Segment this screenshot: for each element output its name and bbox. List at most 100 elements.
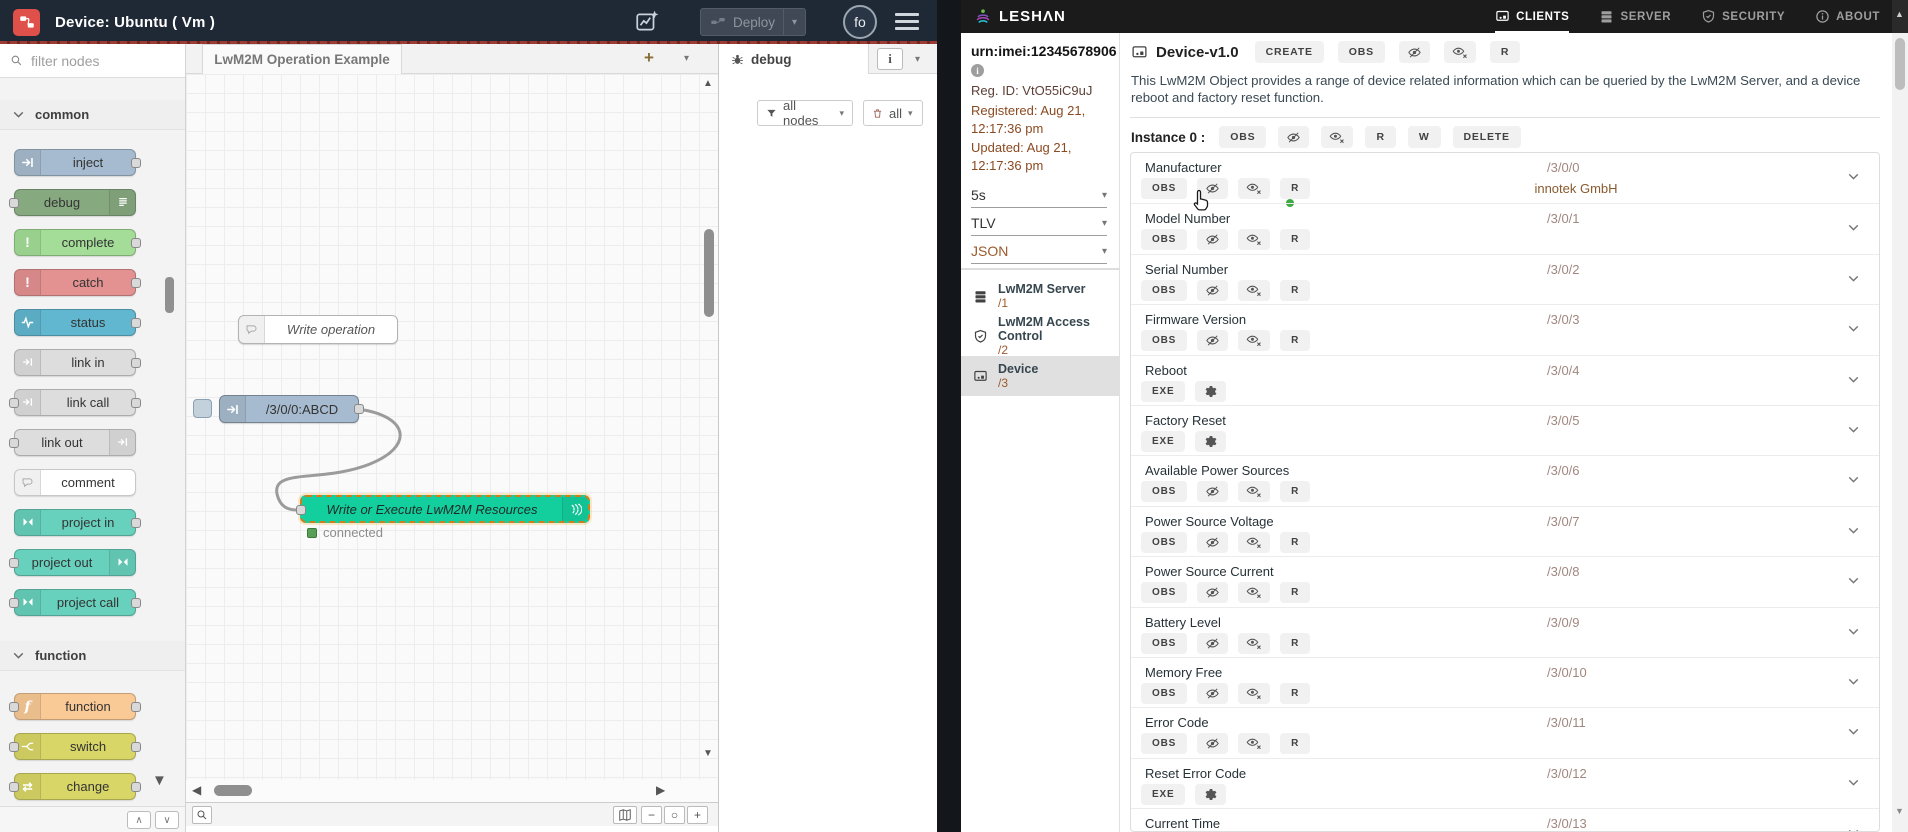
- instance-obs-button[interactable]: OBS: [1219, 126, 1267, 148]
- select-tlv[interactable]: TLV ▾: [971, 211, 1107, 236]
- resource-obs-button[interactable]: OBS: [1141, 178, 1188, 199]
- resource-eye-x-button[interactable]: [1238, 481, 1271, 503]
- input-port[interactable]: [9, 437, 19, 448]
- chevron-down-icon[interactable]: [1845, 371, 1862, 388]
- resource-obs-button[interactable]: OBS: [1141, 330, 1188, 352]
- resource-eye-x-button[interactable]: [1238, 279, 1271, 301]
- resource-obs-button[interactable]: OBS: [1141, 481, 1188, 503]
- resource-obs-button[interactable]: OBS: [1141, 582, 1188, 604]
- scrollbar-down-arrow[interactable]: ▼: [1895, 806, 1904, 816]
- zoom-in-button[interactable]: +: [687, 806, 708, 824]
- palette-node-catch[interactable]: ! catch: [14, 268, 141, 296]
- zoom-reset-button[interactable]: ○: [664, 806, 685, 824]
- resource-eye-off-button[interactable]: [1197, 683, 1229, 704]
- resource-row-3-0-7[interactable]: Power Source Voltage/3/0/7 OBS R: [1131, 505, 1879, 556]
- palette-node-comment[interactable]: comment: [14, 468, 136, 496]
- palette-scrollbar-thumb[interactable]: [165, 277, 174, 313]
- palette-node-change[interactable]: ⇄ change: [9, 773, 141, 800]
- resource-row-3-0-4[interactable]: Reboot/3/0/4 EXE: [1131, 354, 1879, 405]
- output-port[interactable]: [131, 397, 141, 408]
- resource-obs-button[interactable]: OBS: [1141, 683, 1188, 704]
- resource-obs-button[interactable]: OBS: [1141, 229, 1188, 251]
- resource-obs-button[interactable]: OBS: [1141, 632, 1188, 654]
- palette-section-function[interactable]: function: [0, 641, 185, 671]
- resource-r-button[interactable]: R: [1280, 632, 1311, 654]
- resource-row-3-0-13[interactable]: Current Time/3/0/13OBSR: [1131, 808, 1879, 831]
- resource-eye-x-button[interactable]: [1238, 733, 1271, 755]
- object-item-lwm2m-server[interactable]: LwM2M Server/1: [961, 276, 1120, 316]
- inject-output-port[interactable]: [354, 404, 364, 414]
- resource-eye-off-button[interactable]: [1197, 733, 1229, 755]
- object-item-lwm2m-access-control[interactable]: LwM2M Access Control/2: [961, 315, 1120, 357]
- lwm2m-node[interactable]: Write or Execute LwM2M Resources: [296, 495, 590, 523]
- debug-tab[interactable]: debug: [719, 44, 869, 74]
- canvas-horizontal-scrollbar[interactable]: [214, 785, 252, 796]
- resource-row-3-0-8[interactable]: Power Source Current/3/0/8 OBS R: [1131, 556, 1879, 606]
- chevron-down-icon[interactable]: [1845, 522, 1862, 539]
- chevron-down-icon[interactable]: [1845, 270, 1862, 287]
- chevron-down-icon[interactable]: [1845, 723, 1862, 740]
- chevron-down-icon[interactable]: [1845, 623, 1862, 640]
- input-port[interactable]: [9, 197, 19, 208]
- output-port[interactable]: [131, 357, 141, 368]
- navigator-button[interactable]: [613, 806, 637, 824]
- resource-row-3-0-6[interactable]: Available Power Sources/3/0/6 OBS R: [1131, 455, 1879, 505]
- output-port[interactable]: [131, 597, 141, 608]
- output-port[interactable]: [131, 517, 141, 528]
- output-port[interactable]: [131, 782, 141, 792]
- resource-gear-button[interactable]: [1195, 431, 1227, 452]
- debug-filter-button[interactable]: all nodes ▾: [757, 98, 853, 128]
- chevron-down-icon[interactable]: [1845, 824, 1862, 831]
- palette-expand-all-button[interactable]: ∨: [155, 811, 179, 829]
- input-port[interactable]: [9, 557, 19, 568]
- nav-tab-security[interactable]: SECURITY: [1701, 0, 1785, 33]
- chevron-down-icon[interactable]: [1845, 168, 1862, 185]
- resource-eye-x-button[interactable]: [1238, 229, 1271, 251]
- scrollbar-up-arrow[interactable]: ▲: [1895, 9, 1904, 19]
- object-item-device[interactable]: Device/3: [961, 356, 1120, 396]
- resource-eye-x-button[interactable]: [1238, 330, 1271, 352]
- add-flow-button[interactable]: +: [644, 48, 654, 68]
- input-port[interactable]: [9, 597, 19, 608]
- resource-gear-button[interactable]: [1195, 380, 1227, 402]
- scrollbar-thumb[interactable]: [1895, 38, 1905, 90]
- info-panel-button[interactable]: i: [877, 48, 903, 70]
- nav-tab-clients[interactable]: CLIENTS: [1495, 0, 1570, 33]
- resource-r-button[interactable]: R: [1280, 683, 1311, 704]
- sidebar-options-caret[interactable]: ▾: [915, 54, 920, 65]
- palette-collapse-all-button[interactable]: ∧: [127, 811, 151, 829]
- resource-r-button[interactable]: R: [1280, 178, 1311, 199]
- resource-eye-off-button[interactable]: [1197, 531, 1229, 553]
- user-avatar[interactable]: fo: [843, 5, 877, 39]
- comment-node[interactable]: Write operation: [238, 315, 398, 344]
- chevron-down-icon[interactable]: [1845, 471, 1862, 488]
- resource-gear-button[interactable]: [1195, 783, 1227, 805]
- nav-tab-server[interactable]: SERVER: [1599, 0, 1671, 33]
- canvas-search-button[interactable]: [192, 806, 212, 824]
- nodered-logo-icon[interactable]: [13, 8, 40, 36]
- canvas-scroll-right-arrow[interactable]: ▶: [656, 783, 665, 797]
- instance-delete-button[interactable]: DELETE: [1452, 126, 1521, 148]
- input-port[interactable]: [9, 782, 19, 792]
- canvas-scroll-up-arrow[interactable]: ▲: [703, 78, 713, 89]
- canvas-scroll-down-arrow[interactable]: ▼: [703, 748, 713, 759]
- resource-eye-off-button[interactable]: [1197, 330, 1229, 352]
- export-flow-icon[interactable]: [634, 9, 660, 35]
- instance-eye-off-button[interactable]: [1278, 126, 1310, 148]
- resource-row-3-0-5[interactable]: Factory Reset/3/0/5 EXE: [1131, 405, 1879, 455]
- resource-r-button[interactable]: R: [1280, 582, 1311, 604]
- canvas-vertical-scrollbar[interactable]: [704, 229, 714, 317]
- chevron-down-icon[interactable]: [1845, 421, 1862, 438]
- select-json[interactable]: JSON ▾: [971, 239, 1107, 264]
- chevron-down-icon[interactable]: [1845, 572, 1862, 589]
- output-port[interactable]: [131, 317, 141, 328]
- output-port[interactable]: [131, 237, 141, 248]
- resource-obs-button[interactable]: OBS: [1141, 733, 1188, 755]
- resource-row-3-0-3[interactable]: Firmware Version/3/0/3 OBS R: [1131, 304, 1879, 354]
- resource-r-button[interactable]: R: [1280, 531, 1311, 553]
- instance-w-button[interactable]: W: [1407, 126, 1441, 148]
- chevron-down-icon[interactable]: [1845, 673, 1862, 690]
- flow-tab[interactable]: LwM2M Operation Example: [202, 44, 402, 74]
- resource-row-3-0-2[interactable]: Serial Number/3/0/2 OBS R: [1131, 253, 1879, 304]
- chevron-down-icon[interactable]: [1845, 219, 1862, 236]
